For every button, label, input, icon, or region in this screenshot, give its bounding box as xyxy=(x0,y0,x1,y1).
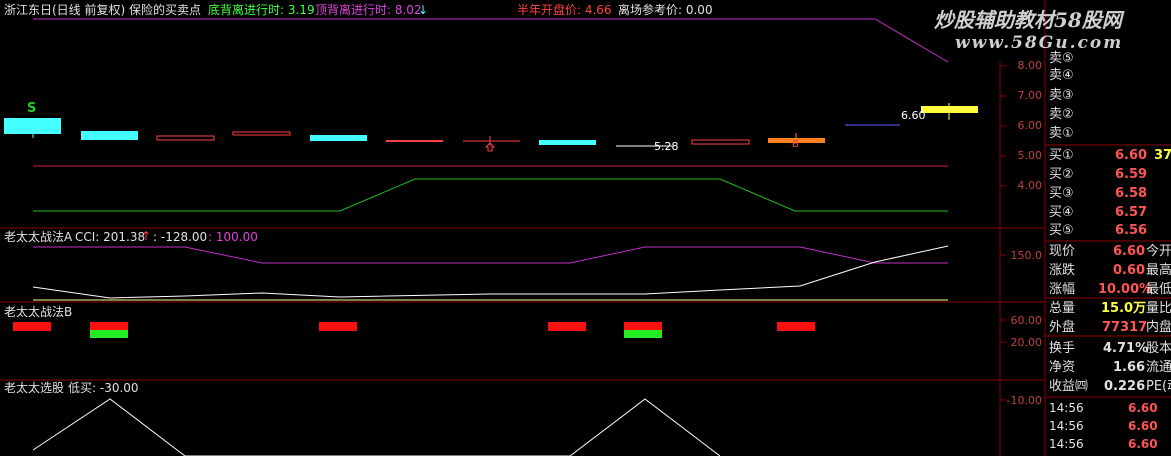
candles xyxy=(4,103,978,147)
panel-c-title: 老太太选股 xyxy=(4,381,65,395)
stat-row: 收益㈣ 0.226 PE(动 xyxy=(1049,379,1171,394)
stat-row: 涨幅 10.00% 最低 xyxy=(1049,282,1171,297)
stat-row: 现价 6.60 今开 xyxy=(1049,244,1171,259)
tick-row[interactable]: 14:56 6.60 xyxy=(1049,436,1171,453)
y-tick: 6.00 xyxy=(1017,119,1043,132)
stock-pick-line xyxy=(32,398,721,456)
sell-row[interactable]: 卖④ xyxy=(1049,67,1171,84)
chart-title: 浙江东日(日线 前复权) 保险的买卖点 xyxy=(4,3,201,17)
low-buy-value: 低买: -30.00 xyxy=(68,381,139,395)
sell-row[interactable]: 卖⑤ xyxy=(1049,50,1171,67)
top-divergence-label: 顶背离进行时: 8.02 xyxy=(315,3,422,17)
bottom-divergence-label: 底背离进行时: 3.19 xyxy=(208,3,315,17)
stat-row: 涨跌 0.60 最高 xyxy=(1049,263,1171,278)
stat-row: 净资 1.66 流通 xyxy=(1049,360,1171,375)
low-price-label: 5.28 xyxy=(654,140,679,153)
panel-b-y-tick: 60.00 xyxy=(1010,314,1043,327)
buy-row[interactable]: 买④ 6.57 xyxy=(1049,204,1171,221)
watermark-brand: 炒股辅助教材58股网 xyxy=(934,8,1122,32)
sell-row[interactable]: 卖② xyxy=(1049,106,1171,123)
panel-a-title: 老太太战法A xyxy=(4,230,73,244)
stat-row: 外盘 77317 内盘 xyxy=(1049,320,1171,335)
panel-c-y-tick: -10.00 xyxy=(1006,394,1042,407)
sell-row[interactable]: 卖① xyxy=(1049,125,1171,142)
buy-row[interactable]: 买⑤ 6.56 xyxy=(1049,222,1171,239)
panel-b-y-tick: 20.00 xyxy=(1010,336,1043,349)
green-indicator-line xyxy=(33,178,948,212)
candle xyxy=(232,131,291,136)
half-year-line xyxy=(33,18,949,63)
candle xyxy=(81,131,138,140)
cci-magenta-line xyxy=(33,246,948,264)
last-price-label: 6.60 xyxy=(901,109,926,122)
tick-row[interactable]: 14:56 6.60 xyxy=(1049,400,1171,417)
down-arrow-icon: ↓ xyxy=(418,3,429,17)
panel-b-title: 老太太战法B xyxy=(4,305,73,319)
candle xyxy=(539,140,596,145)
candle xyxy=(156,135,215,141)
y-tick: 7.00 xyxy=(1017,89,1043,102)
cci-low-value: : -128.00 xyxy=(153,230,208,244)
exit-price-label: 离场参考价: 0.00 xyxy=(618,3,713,17)
panel-a-y-tick: 150.0 xyxy=(1010,249,1043,262)
stat-row: 总量 15.0万 量比 xyxy=(1049,301,1171,316)
candle xyxy=(691,139,750,145)
cci-white-line xyxy=(32,245,949,299)
cci-high-value: : 100.00 xyxy=(208,230,258,244)
buy-marker-b: B xyxy=(792,139,799,150)
candle xyxy=(4,118,61,134)
y-tick: 8.00 xyxy=(1017,59,1043,72)
half-year-open-label: 半年开盘价: 4.66 xyxy=(517,3,612,17)
buy-row[interactable]: 买② 6.59 xyxy=(1049,166,1171,183)
panel-b-bars xyxy=(13,322,815,338)
sell-row[interactable]: 卖③ xyxy=(1049,87,1171,104)
kline-chart[interactable] xyxy=(0,0,1171,456)
buy-row[interactable]: 买③ 6.58 xyxy=(1049,185,1171,202)
buy-row[interactable]: 买① 6.60 37 xyxy=(1049,147,1171,164)
up-arrow-icon: ↑ xyxy=(141,229,152,243)
stat-row: 换手 4.71% 股本 xyxy=(1049,341,1171,356)
y-tick: 5.00 xyxy=(1017,149,1043,162)
y-tick: 4.00 xyxy=(1017,179,1043,192)
tick-row[interactable]: 14:56 6.60 xyxy=(1049,418,1171,435)
sell-marker-s: S xyxy=(27,101,37,116)
candle xyxy=(310,135,367,141)
cci-value: CCI: 201.38 xyxy=(75,230,146,244)
